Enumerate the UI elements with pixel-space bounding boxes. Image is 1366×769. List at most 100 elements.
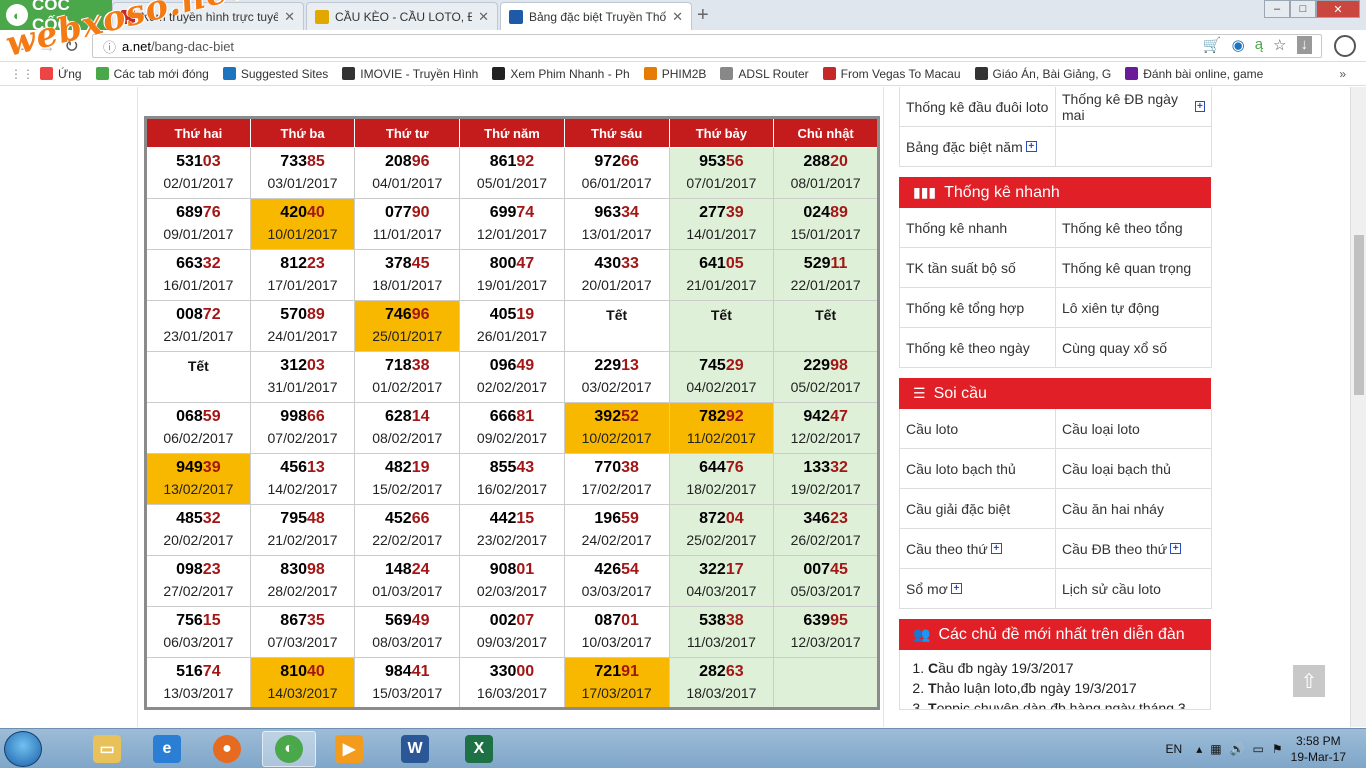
- special-prize-number[interactable]: 39252: [566, 408, 668, 426]
- special-prize-number[interactable]: 97266: [566, 153, 668, 171]
- special-prize-number[interactable]: 19659: [566, 510, 668, 528]
- browser-menu-icon[interactable]: [1334, 35, 1356, 57]
- bookmark-item[interactable]: IMOVIE - Truyền Hình: [342, 67, 478, 81]
- bookmark-item[interactable]: PHIM2B: [643, 67, 706, 81]
- browser-tab[interactable]: CẦU KÈO - CẦU LOTO, ĐÁNH ✕: [306, 2, 498, 30]
- special-prize-number[interactable]: 80047: [461, 255, 563, 273]
- address-bar[interactable]: ⓘ a.net /bang-dac-biet: [92, 34, 1322, 58]
- special-prize-number[interactable]: 99866: [252, 408, 354, 426]
- clock[interactable]: 3:58 PM 19-Mar-17: [1291, 733, 1346, 765]
- volume-icon[interactable]: 🔊: [1230, 742, 1245, 756]
- special-prize-number[interactable]: 95356: [671, 153, 773, 171]
- download-icon[interactable]: ↓: [1296, 36, 1312, 54]
- special-prize-number[interactable]: 53103: [148, 153, 249, 171]
- language-indicator[interactable]: EN: [1166, 742, 1183, 756]
- special-prize-number[interactable]: 73385: [252, 153, 354, 171]
- soi-cau-link[interactable]: Cầu loại bạch thủ: [1056, 449, 1212, 489]
- bookmark-star-icon[interactable]: ☆: [1273, 36, 1286, 54]
- scrollbar-thumb[interactable]: [1354, 235, 1364, 395]
- bookmark-item[interactable]: Suggested Sites: [222, 67, 328, 81]
- browser-tab[interactable]: Bảng đặc biệt Truyền Thống ✕: [500, 2, 692, 30]
- soi-cau-link[interactable]: Cầu loto: [900, 409, 1056, 449]
- special-prize-number[interactable]: 69974: [461, 204, 563, 222]
- special-prize-number[interactable]: 45613: [252, 459, 354, 477]
- special-prize-number[interactable]: 48532: [148, 510, 249, 528]
- taskbar-media[interactable]: ▶: [322, 731, 376, 767]
- special-prize-number[interactable]: 27739: [671, 204, 773, 222]
- special-prize-number[interactable]: 96334: [566, 204, 668, 222]
- special-prize-number[interactable]: 98441: [356, 663, 458, 681]
- flag-icon[interactable]: ⚑: [1272, 742, 1283, 756]
- special-prize-number[interactable]: 28820: [775, 153, 876, 171]
- quick-stats-link[interactable]: Thống kê tổng hợp: [900, 288, 1056, 328]
- stats-link[interactable]: Bảng đặc biệt năm +: [900, 127, 1056, 167]
- quick-stats-link[interactable]: Lô xiên tự động: [1056, 288, 1212, 328]
- special-prize-number[interactable]: 00745: [775, 561, 876, 579]
- special-prize-number[interactable]: 72191: [566, 663, 668, 681]
- translate-icon[interactable]: ◉: [1232, 36, 1245, 54]
- soi-cau-link[interactable]: Cầu giải đặc biệt: [900, 489, 1056, 529]
- bookmark-item[interactable]: From Vegas To Macau: [822, 67, 961, 81]
- taskbar-coccoc[interactable]: ◐: [262, 731, 316, 767]
- bookmark-item[interactable]: Giáo Án, Bài Giảng, G: [974, 67, 1111, 81]
- special-prize-number[interactable]: 71838: [356, 357, 458, 375]
- special-prize-number[interactable]: 77038: [566, 459, 668, 477]
- soi-cau-link[interactable]: Cầu loto bạch thủ: [900, 449, 1056, 489]
- special-prize-number[interactable]: 94939: [148, 459, 249, 477]
- special-prize-number[interactable]: 52911: [775, 255, 876, 273]
- special-prize-number[interactable]: 81223: [252, 255, 354, 273]
- quick-stats-link[interactable]: Thống kê theo tổng: [1056, 208, 1212, 248]
- special-prize-number[interactable]: 22998: [775, 357, 876, 375]
- special-prize-number[interactable]: 74696: [356, 306, 458, 324]
- expand-plus-icon[interactable]: +: [1194, 101, 1205, 112]
- special-prize-number[interactable]: 42040: [252, 204, 354, 222]
- taskbar-ie[interactable]: e: [140, 731, 194, 767]
- tray-arrow-icon[interactable]: ▴: [1196, 742, 1202, 756]
- stats-link[interactable]: Thống kê đầu đuôi loto: [900, 87, 1056, 127]
- page-scrollbar[interactable]: [1350, 87, 1366, 727]
- expand-plus-icon[interactable]: +: [1170, 543, 1182, 554]
- special-prize-number[interactable]: 13332: [775, 459, 876, 477]
- special-prize-number[interactable]: 78292: [671, 408, 773, 426]
- quick-stats-link[interactable]: Cùng quay xổ số: [1056, 328, 1212, 368]
- special-prize-number[interactable]: 07790: [356, 204, 458, 222]
- tab-close-icon[interactable]: ✕: [478, 9, 489, 25]
- special-prize-number[interactable]: 40519: [461, 306, 563, 324]
- quick-stats-link[interactable]: TK tần suất bộ số: [900, 248, 1056, 288]
- expand-plus-icon[interactable]: +: [1025, 141, 1037, 152]
- special-prize-number[interactable]: 31203: [252, 357, 354, 375]
- quick-stats-link[interactable]: Thống kê quan trọng: [1056, 248, 1212, 288]
- apps-grid-icon[interactable]: ⋮⋮: [10, 67, 34, 81]
- special-prize-number[interactable]: 94247: [775, 408, 876, 426]
- forum-topic[interactable]: Toppic chuyên dàn đb hàng ngày tháng 3: [928, 698, 1200, 709]
- taskbar-word[interactable]: W: [388, 731, 442, 767]
- special-prize-number[interactable]: 37845: [356, 255, 458, 273]
- soi-cau-link[interactable]: Lịch sử cầu loto: [1056, 569, 1212, 609]
- expand-plus-icon[interactable]: +: [990, 543, 1002, 554]
- soi-cau-link[interactable]: Cầu ăn hai nháy: [1056, 489, 1212, 529]
- bookmark-item[interactable]: ADSL Router: [720, 67, 809, 81]
- taskbar-excel[interactable]: X: [452, 731, 506, 767]
- special-prize-number[interactable]: 06859: [148, 408, 249, 426]
- taskbar-explorer[interactable]: ▭: [80, 731, 134, 767]
- scroll-to-top-button[interactable]: ⇧: [1291, 663, 1327, 699]
- soi-cau-link[interactable]: Cầu theo thứ +: [900, 529, 1056, 569]
- special-prize-number[interactable]: 66332: [148, 255, 249, 273]
- special-prize-number[interactable]: 45266: [356, 510, 458, 528]
- shopping-cart-icon[interactable]: 🛒: [1203, 36, 1222, 54]
- special-prize-number[interactable]: 22913: [566, 357, 668, 375]
- display-icon[interactable]: ▭: [1253, 742, 1264, 756]
- special-prize-number[interactable]: 09649: [461, 357, 563, 375]
- special-prize-number[interactable]: 48219: [356, 459, 458, 477]
- quick-stats-link[interactable]: Thống kê nhanh: [900, 208, 1056, 248]
- special-prize-number[interactable]: 74529: [671, 357, 773, 375]
- special-prize-number[interactable]: 85543: [461, 459, 563, 477]
- special-prize-number[interactable]: 57089: [252, 306, 354, 324]
- tab-close-icon[interactable]: ✕: [672, 9, 683, 25]
- special-prize-number[interactable]: 00872: [148, 306, 249, 324]
- special-prize-number[interactable]: 09823: [148, 561, 249, 579]
- bookmark-item[interactable]: Xem Phim Nhanh - Ph: [492, 67, 630, 81]
- special-prize-number[interactable]: 44215: [461, 510, 563, 528]
- special-prize-number[interactable]: 28263: [671, 663, 773, 681]
- special-prize-number[interactable]: 79548: [252, 510, 354, 528]
